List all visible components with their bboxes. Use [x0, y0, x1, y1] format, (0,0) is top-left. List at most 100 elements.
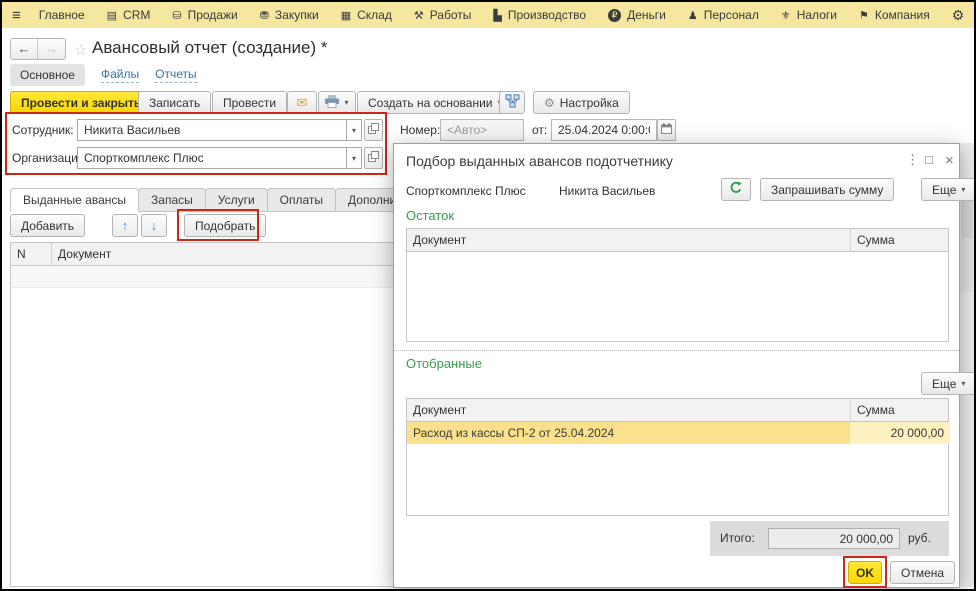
personnel-icon: ♟ [688, 9, 698, 22]
tab-otchety[interactable]: Отчеты [155, 67, 196, 83]
organization-field[interactable] [77, 147, 346, 169]
hamburger-icon[interactable]: ≡ [12, 7, 21, 24]
background-scrollbar [960, 143, 974, 587]
menu-item-dengi[interactable]: ₽Деньги [608, 8, 666, 22]
employee-open-button[interactable] [364, 119, 383, 141]
scrollbar-track-segment [961, 238, 973, 292]
remainder-table: Документ Сумма [406, 228, 949, 342]
tab-osnovnoe[interactable]: Основное [10, 64, 85, 86]
tab-uslugi[interactable]: Услуги [205, 188, 268, 212]
move-up-button[interactable]: ↑ [112, 214, 138, 237]
cancel-button[interactable]: Отмена [890, 561, 955, 584]
date-calendar-button[interactable] [657, 119, 676, 141]
taxes-icon: ⚜ [781, 9, 791, 22]
history-nav: ← → [10, 38, 66, 60]
menu-item-proizvodstvo[interactable]: ▙Производство [493, 8, 586, 22]
gear-icon: ⚙ [544, 96, 555, 110]
close-icon[interactable]: × [945, 152, 954, 169]
tab-zapasy[interactable]: Запасы [138, 188, 206, 212]
column-header-document: Документ [407, 399, 850, 421]
save-button[interactable]: Записать [138, 91, 211, 114]
service-gear-icon[interactable]: ⚙ [952, 7, 965, 24]
remainder-table-header: Документ Сумма [407, 229, 948, 252]
email-button[interactable]: ✉ [287, 91, 317, 114]
kebab-menu-icon[interactable]: ⋮ [906, 152, 919, 168]
printer-icon [325, 95, 339, 111]
menu-item-nalogi[interactable]: ⚜Налоги [781, 8, 837, 22]
more-button-selected[interactable]: Еще ▾ [921, 372, 976, 395]
employee-dropdown-icon[interactable]: ▾ [346, 119, 362, 141]
form-nav-tabs: Основное Файлы Отчеты [10, 64, 197, 86]
remainder-section-label: Остаток [406, 208, 454, 223]
page-title: Авансовый отчет (создание) * [92, 38, 328, 58]
organization-dropdown-icon[interactable]: ▾ [346, 147, 362, 169]
warehouse-icon: ▦ [341, 9, 351, 22]
chevron-down-icon: ▾ [344, 98, 348, 107]
sales-icon: ⛁ [172, 9, 181, 22]
refresh-icon [729, 181, 743, 198]
ok-button[interactable]: OK [848, 561, 882, 584]
tab-faily[interactable]: Файлы [101, 67, 139, 83]
app-window: ≡ Главное ▤CRM ⛁Продажи ⛃Закупки ▦Склад … [0, 0, 976, 591]
maximize-icon[interactable]: □ [925, 152, 933, 167]
menu-item-glavnoe[interactable]: Главное [39, 8, 85, 22]
pick-button[interactable]: Подобрать [184, 214, 266, 237]
organization-open-button[interactable] [364, 147, 383, 169]
row-sum-cell: 20 000,00 [850, 422, 950, 444]
settings-button[interactable]: ⚙ Настройка [533, 91, 630, 114]
pick-advances-dialog: Подбор выданных авансов подотчетнику ⋮ □… [393, 143, 960, 588]
selected-section-label: Отобранные [406, 356, 482, 371]
chevron-down-icon: ▾ [961, 379, 965, 388]
row-document-cell: Расход из кассы СП-2 от 25.04.2024 [407, 422, 850, 444]
post-button[interactable]: Провести [212, 91, 287, 114]
menu-item-personal[interactable]: ♟Персонал [688, 8, 759, 22]
column-header-document: Документ [407, 229, 850, 251]
employee-field[interactable] [77, 119, 346, 141]
number-label: Номер: [400, 123, 440, 137]
menu-item-raboty[interactable]: ⚒Работы [414, 8, 472, 22]
envelope-icon: ✉ [297, 95, 308, 111]
add-button[interactable]: Добавить [10, 214, 85, 237]
employee-combo: ▾ [77, 119, 362, 141]
production-icon: ▙ [493, 9, 501, 22]
total-strip: Итого: 20 000,00 руб. [710, 521, 949, 556]
dialog-title: Подбор выданных авансов подотчетнику [406, 153, 673, 169]
column-header-sum: Сумма [850, 399, 948, 421]
column-header-n: N [11, 243, 51, 265]
menu-item-kompaniya[interactable]: ⚑Компания [859, 8, 930, 22]
section-divider [394, 350, 959, 351]
menu-item-zakupki[interactable]: ⛃Закупки [260, 8, 319, 22]
selected-table-header: Документ Сумма [407, 399, 948, 422]
arrow-down-icon: ↓ [151, 218, 158, 233]
favorite-star-icon[interactable]: ☆ [74, 41, 87, 59]
request-sum-button[interactable]: Запрашивать сумму [760, 178, 894, 201]
date-field[interactable] [551, 119, 657, 141]
chevron-down-icon: ▾ [961, 185, 965, 194]
table-row-selected-advance[interactable]: Расход из кассы СП-2 от 25.04.2024 20 00… [407, 422, 950, 444]
purchases-icon: ⛃ [260, 9, 269, 22]
tab-vydannye-avansy[interactable]: Выданные авансы [10, 188, 139, 212]
back-button[interactable]: ← [11, 39, 38, 59]
more-button-top[interactable]: Еще ▾ [921, 178, 976, 201]
dialog-employee: Никита Васильев [559, 184, 655, 198]
column-header-sum: Сумма [850, 229, 948, 251]
menu-item-prodazhi[interactable]: ⛁Продажи [172, 8, 237, 22]
tab-oplaty[interactable]: Оплаты [267, 188, 336, 212]
menu-item-crm[interactable]: ▤CRM [107, 8, 151, 22]
post-and-close-button[interactable]: Провести и закрыть [10, 91, 152, 114]
number-field[interactable] [440, 119, 524, 141]
arrow-up-icon: ↑ [122, 218, 129, 233]
open-icon [368, 149, 379, 167]
refresh-button[interactable] [721, 178, 751, 201]
print-button[interactable]: ▾ [318, 91, 356, 114]
selected-table: Документ Сумма [406, 398, 949, 516]
move-down-button[interactable]: ↓ [141, 214, 167, 237]
company-icon: ⚑ [859, 9, 869, 22]
menu-item-sklad[interactable]: ▦Склад [341, 8, 392, 22]
document-tabs: Выданные авансы Запасы Услуги Оплаты Доп… [10, 188, 446, 212]
forward-button[interactable]: → [38, 39, 65, 59]
open-icon [368, 121, 379, 139]
create-based-on-button[interactable]: Создать на основании ▾ [357, 91, 513, 114]
document-structure-button[interactable] [499, 91, 525, 114]
total-value: 20 000,00 [768, 528, 900, 549]
